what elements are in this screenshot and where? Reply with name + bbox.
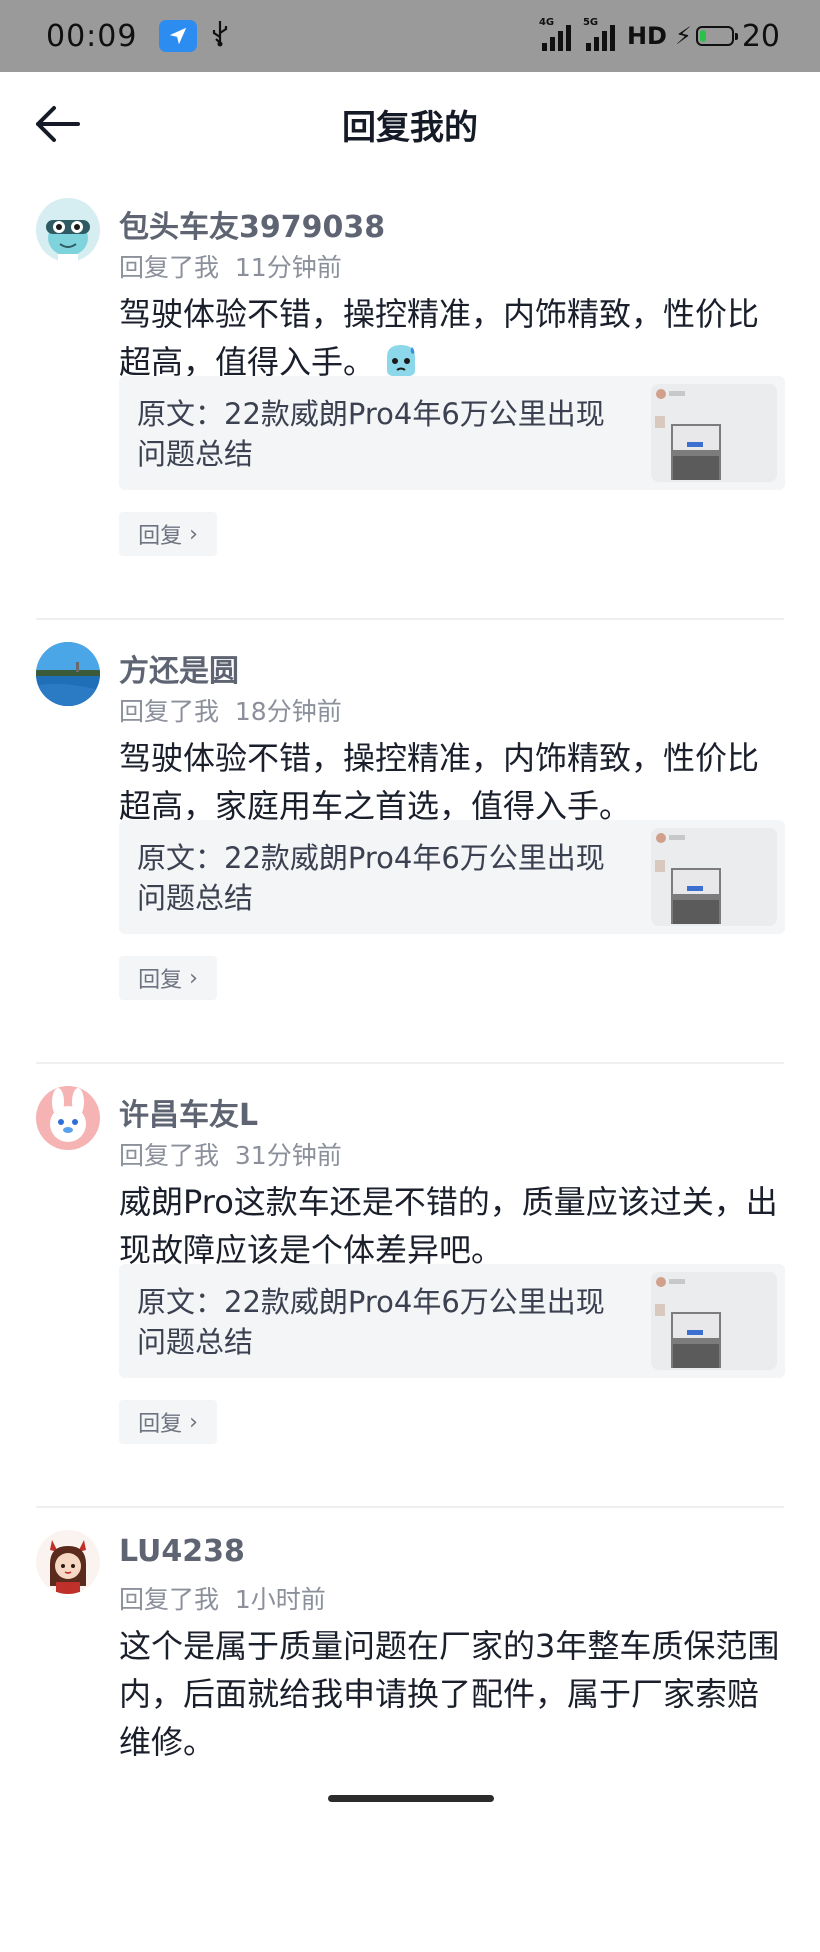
- status-time: 00:09: [46, 18, 138, 54]
- chevron-right-icon: ›: [189, 1409, 198, 1435]
- signal-strength-icon-2: 5G: [583, 17, 615, 51]
- reply-content: 这个是属于质量问题在厂家的3年整车质保范围内，后面就给我申请换了配件，属于厂家索…: [119, 1627, 780, 1761]
- reply-text: 驾驶体验不错，操控精准，内饰精致，性价比超高，值得入手。: [119, 295, 760, 381]
- reply-button[interactable]: 回复 ›: [119, 956, 217, 1000]
- battery-percent: 20: [741, 18, 780, 54]
- original-post-title: 原文：22款威朗Pro4年6万公里出现问题总结: [137, 1285, 605, 1359]
- reply-content: 驾驶体验不错，操控精准，内饰精致，性价比超高，值得入手。: [119, 290, 789, 386]
- battery-icon: [695, 26, 738, 46]
- original-post-card[interactable]: 原文：22款威朗Pro4年6万公里出现问题总结: [119, 1264, 785, 1378]
- chevron-right-icon: ›: [189, 965, 198, 991]
- top-nav: 回复我的: [0, 72, 820, 172]
- reply-meta: 回复了我 18分钟前: [119, 697, 342, 726]
- usb-icon: [211, 19, 229, 54]
- home-indicator[interactable]: [328, 1795, 494, 1802]
- chevron-right-icon: ›: [189, 521, 198, 547]
- username[interactable]: 包头车友3979038: [119, 202, 385, 246]
- post-thumbnail: [651, 1272, 777, 1370]
- original-post-card[interactable]: 原文：22款威朗Pro4年6万公里出现问题总结: [119, 376, 785, 490]
- avatar[interactable]: [36, 1086, 100, 1150]
- reply-list: 包头车友3979038 回复了我 11分钟前 驾驶体验不错，操控精准，内饰精致，…: [0, 176, 820, 1952]
- list-item: 方还是圆 回复了我 18分钟前 驾驶体验不错，操控精准，内饰精致，性价比超高，家…: [0, 620, 820, 1064]
- reply-button[interactable]: 回复 ›: [119, 512, 217, 556]
- signal-strength-icon: 4G: [539, 17, 571, 51]
- avatar[interactable]: [36, 642, 100, 706]
- charging-bolt-icon: ⚡: [674, 22, 692, 50]
- post-thumbnail: [651, 828, 777, 926]
- avatar[interactable]: [36, 1530, 100, 1594]
- reply-content: 威朗Pro这款车还是不错的，质量应该过关，出现故障应该是个体差异吧。: [119, 1183, 778, 1269]
- original-post-card[interactable]: 原文：22款威朗Pro4年6万公里出现问题总结: [119, 820, 785, 934]
- username[interactable]: 许昌车友L: [119, 1090, 258, 1134]
- list-item: 包头车友3979038 回复了我 11分钟前 驾驶体验不错，操控精准，内饰精致，…: [0, 176, 820, 620]
- post-thumbnail: [651, 384, 777, 482]
- reply-meta: 回复了我 31分钟前: [119, 1141, 342, 1170]
- username[interactable]: LU4238: [119, 1534, 245, 1569]
- sweat-face-emoji-icon: [381, 341, 421, 381]
- location-arrow-icon: [159, 20, 198, 52]
- status-bar: 00:09 4G 5G HD ⚡ 20: [0, 0, 820, 72]
- reply-button[interactable]: 回复 ›: [119, 1400, 217, 1444]
- avatar[interactable]: [36, 198, 100, 262]
- reply-meta: 回复了我 11分钟前: [119, 253, 342, 282]
- original-post-title: 原文：22款威朗Pro4年6万公里出现问题总结: [137, 397, 605, 471]
- page-title: 回复我的: [342, 108, 478, 148]
- reply-meta: 回复了我 1小时前: [119, 1585, 326, 1614]
- list-item: LU4238 回复了我 1小时前 这个是属于质量问题在厂家的3年整车质保范围内，…: [0, 1508, 820, 1952]
- reply-content: 驾驶体验不错，操控精准，内饰精致，性价比超高，家庭用车之首选，值得入手。: [119, 739, 760, 825]
- list-item: 许昌车友L 回复了我 31分钟前 威朗Pro这款车还是不错的，质量应该过关，出现…: [0, 1064, 820, 1508]
- original-post-title: 原文：22款威朗Pro4年6万公里出现问题总结: [137, 841, 605, 915]
- hd-voice-indicator: HD: [626, 22, 667, 50]
- username[interactable]: 方还是圆: [119, 646, 239, 690]
